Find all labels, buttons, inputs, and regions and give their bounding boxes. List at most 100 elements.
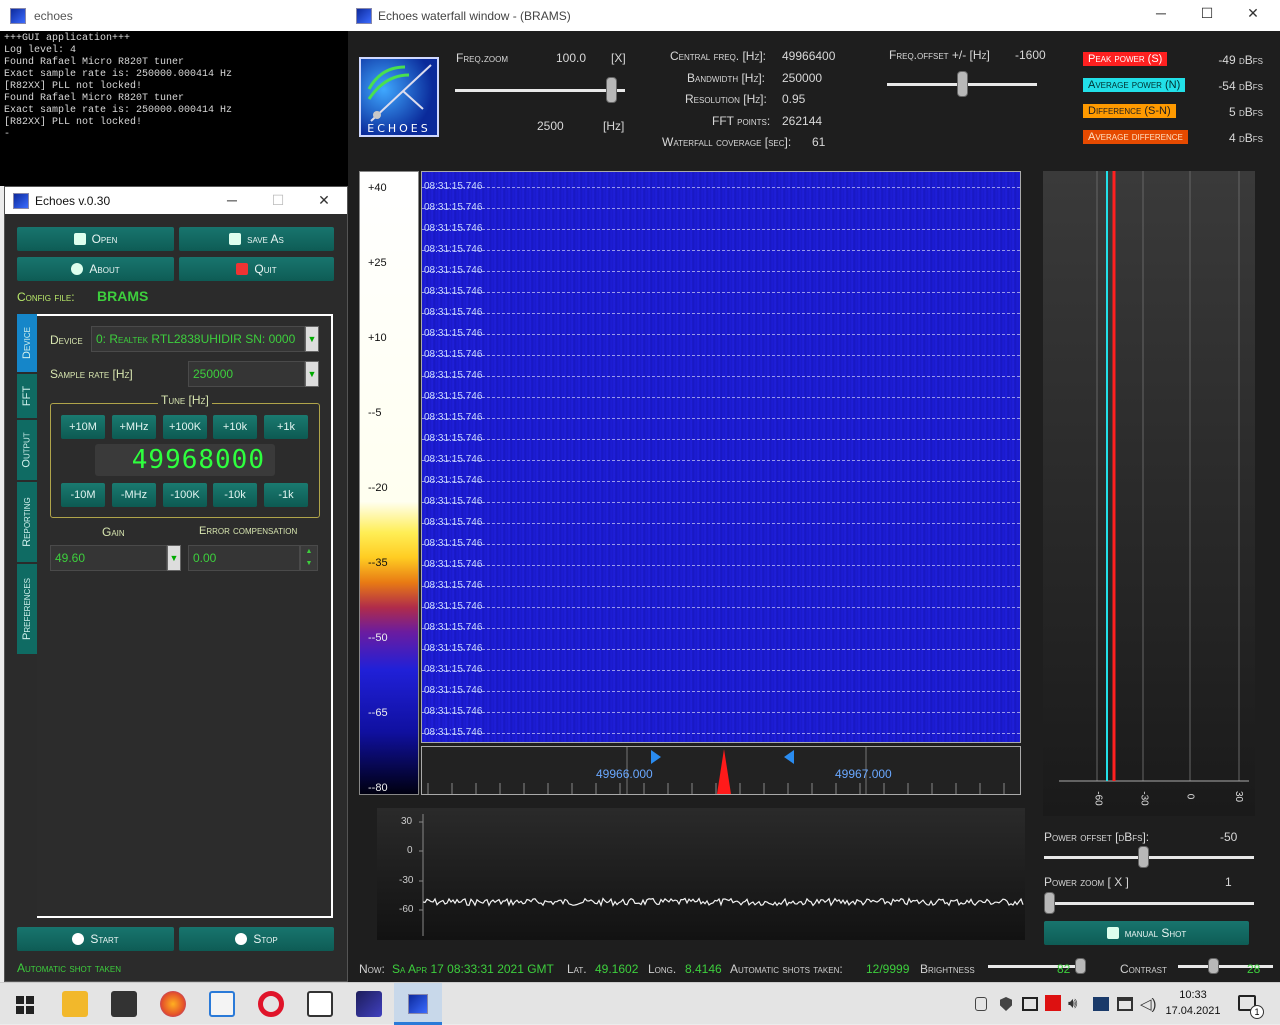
freq-zoom-slider-track[interactable] — [455, 89, 625, 92]
waterfall-timestamp: 08:31:15.746 — [424, 286, 483, 297]
gain-select[interactable]: 49.60 — [50, 545, 167, 571]
shield-icon[interactable] — [1000, 997, 1012, 1011]
waterfall-row — [422, 628, 1020, 629]
waterfall-row — [422, 271, 1020, 272]
maximize-button[interactable]: ☐ — [255, 187, 301, 214]
tune-plus-1k-button[interactable]: +1k — [264, 415, 308, 439]
waterfall-coverage-label: Waterfall coverage [sec]: — [662, 135, 792, 149]
tab-output[interactable]: Output — [17, 420, 37, 480]
power-meter: -60 -30 0 30 — [1043, 171, 1255, 816]
brightness-slider-knob[interactable] — [1075, 958, 1086, 974]
color-scale-label: --65 — [368, 707, 388, 719]
network-icon[interactable] — [1117, 997, 1133, 1011]
sample-rate-dropdown-arrow[interactable]: ▼ — [305, 361, 319, 387]
power-offset-slider-knob[interactable] — [1137, 846, 1149, 868]
start-button[interactable]: Start — [17, 927, 174, 951]
waterfall-row — [422, 355, 1020, 356]
resolution-label: Resolution [Hz]: — [685, 92, 767, 106]
waterfall-display[interactable]: 08:31:15.746 08:31:15.746 08:31:15.746 08:3… — [421, 171, 1021, 743]
manual-shot-button[interactable]: manual Shot — [1044, 921, 1249, 945]
tune-minus-10k-button[interactable]: -10k — [213, 483, 257, 507]
firefox-icon[interactable] — [160, 991, 186, 1017]
waterfall-row — [422, 544, 1020, 545]
tune-plus-100k-button[interactable]: +100K — [163, 415, 207, 439]
waterfall-timestamp: 08:31:15.746 — [424, 664, 483, 675]
windows-start-icon[interactable] — [12, 991, 38, 1017]
freq-offset-value: -1600 — [1015, 48, 1046, 62]
keyboard-icon[interactable] — [1022, 997, 1038, 1011]
power-offset-slider-track[interactable] — [1044, 856, 1254, 859]
freq-zoom-value: 100.0 — [556, 51, 587, 65]
main-status: Automatic shot taken — [17, 961, 122, 975]
media-player-icon[interactable] — [209, 991, 235, 1017]
speaker-icon[interactable]: ◁) — [1140, 995, 1157, 1013]
waterfall-timestamp: 08:31:15.746 — [424, 496, 483, 507]
freq-tick-label: 49967.000 — [835, 767, 892, 781]
central-freq-label: Central freq. [Hz]: — [670, 49, 767, 63]
wf-minimize-button[interactable]: ─ — [1138, 0, 1184, 27]
clock-date[interactable]: 17.04.2021 — [1164, 1005, 1222, 1017]
sample-rate-select[interactable]: 250000 — [188, 361, 305, 387]
window-tool-icon[interactable] — [307, 991, 333, 1017]
central-freq-value: 49966400 — [782, 49, 836, 63]
echoes-app-icon — [408, 994, 428, 1014]
color-scale-label: --20 — [368, 482, 388, 494]
waterfall-row — [422, 649, 1020, 650]
freq-zoom-unit: [X] — [611, 51, 626, 65]
contrast-slider-knob[interactable] — [1208, 958, 1219, 974]
tune-minus-1k-button[interactable]: -1k — [264, 483, 308, 507]
gain-dropdown-arrow[interactable]: ▼ — [167, 545, 181, 571]
people-icon[interactable] — [975, 997, 987, 1011]
wf-maximize-button[interactable]: ☐ — [1184, 0, 1230, 27]
opera-icon[interactable] — [258, 991, 284, 1017]
waterfall-row — [422, 523, 1020, 524]
error-compensation-spinbox[interactable]: 0.00 — [188, 545, 300, 571]
tune-minus-mhz-button[interactable]: -MHz — [112, 483, 156, 507]
file-explorer-icon[interactable] — [62, 991, 88, 1017]
satellite-app-icon[interactable] — [356, 991, 382, 1017]
open-button[interactable]: Open — [17, 227, 174, 251]
freq-zoom-label: Freq.zoom — [456, 51, 508, 65]
save-as-button[interactable]: save As — [179, 227, 334, 251]
device-select[interactable]: 0: Realtek RTL2838UHIDIR SN: 0000 — [91, 326, 305, 352]
waterfall-timestamp: 08:31:15.746 — [424, 307, 483, 318]
close-button[interactable]: ✕ — [301, 187, 347, 214]
disc-icon — [71, 263, 84, 275]
quit-button[interactable]: Quit — [179, 257, 334, 281]
waterfall-timestamp: 08:31:15.746 — [424, 538, 483, 549]
console-titlebar[interactable]: echoes — [0, 0, 348, 31]
store-icon[interactable] — [111, 991, 137, 1017]
waterfall-timestamp: 08:31:15.746 — [424, 370, 483, 381]
wf-close-button[interactable]: ✕ — [1230, 0, 1276, 27]
waterfall-timestamp: 08:31:15.746 — [424, 265, 483, 276]
freq-offset-slider-knob[interactable] — [956, 71, 968, 97]
power-zoom-slider-knob[interactable] — [1044, 892, 1055, 914]
taskbar-active-app[interactable] — [394, 983, 442, 1025]
peak-power-badge: Peak power (S) — [1083, 52, 1168, 66]
tune-minus-10m-button[interactable]: -10M — [61, 483, 105, 507]
waterfall-timestamp: 08:31:15.746 — [424, 475, 483, 486]
console-window: echoes +++GUI application+++ Log level: … — [0, 0, 348, 186]
tune-plus-10k-button[interactable]: +10k — [213, 415, 257, 439]
tab-reporting[interactable]: Reporting — [17, 482, 37, 562]
bluetooth-device-icon[interactable] — [1093, 997, 1109, 1011]
about-button[interactable]: About — [17, 257, 174, 281]
freq-zoom-slider-knob[interactable] — [606, 77, 618, 103]
stop-button[interactable]: Stop — [179, 927, 334, 951]
tune-plus-10m-button[interactable]: +10M — [61, 415, 105, 439]
power-zoom-slider-track[interactable] — [1044, 902, 1254, 905]
device-dropdown-arrow[interactable]: ▼ — [305, 326, 319, 352]
waterfall-row — [422, 397, 1020, 398]
clock-time[interactable]: 10:33 — [1166, 989, 1220, 1001]
pdf-reader-icon[interactable] — [1045, 995, 1061, 1011]
power-tick-label: -30 — [1138, 791, 1150, 806]
tab-fft[interactable]: FFT — [17, 374, 37, 418]
tune-plus-mhz-button[interactable]: +MHz — [112, 415, 156, 439]
tab-device[interactable]: Device — [17, 314, 37, 372]
spin-arrows[interactable]: ▲ ▼ — [300, 545, 318, 571]
tune-minus-100k-button[interactable]: -100K — [163, 483, 207, 507]
power-offset-label: Power offset [dBfs]: — [1044, 830, 1150, 844]
minimize-button[interactable]: ─ — [209, 187, 255, 214]
volume-icon[interactable]: 🔊︎ — [1068, 995, 1077, 1012]
tab-preferences[interactable]: Preferences — [17, 564, 37, 654]
